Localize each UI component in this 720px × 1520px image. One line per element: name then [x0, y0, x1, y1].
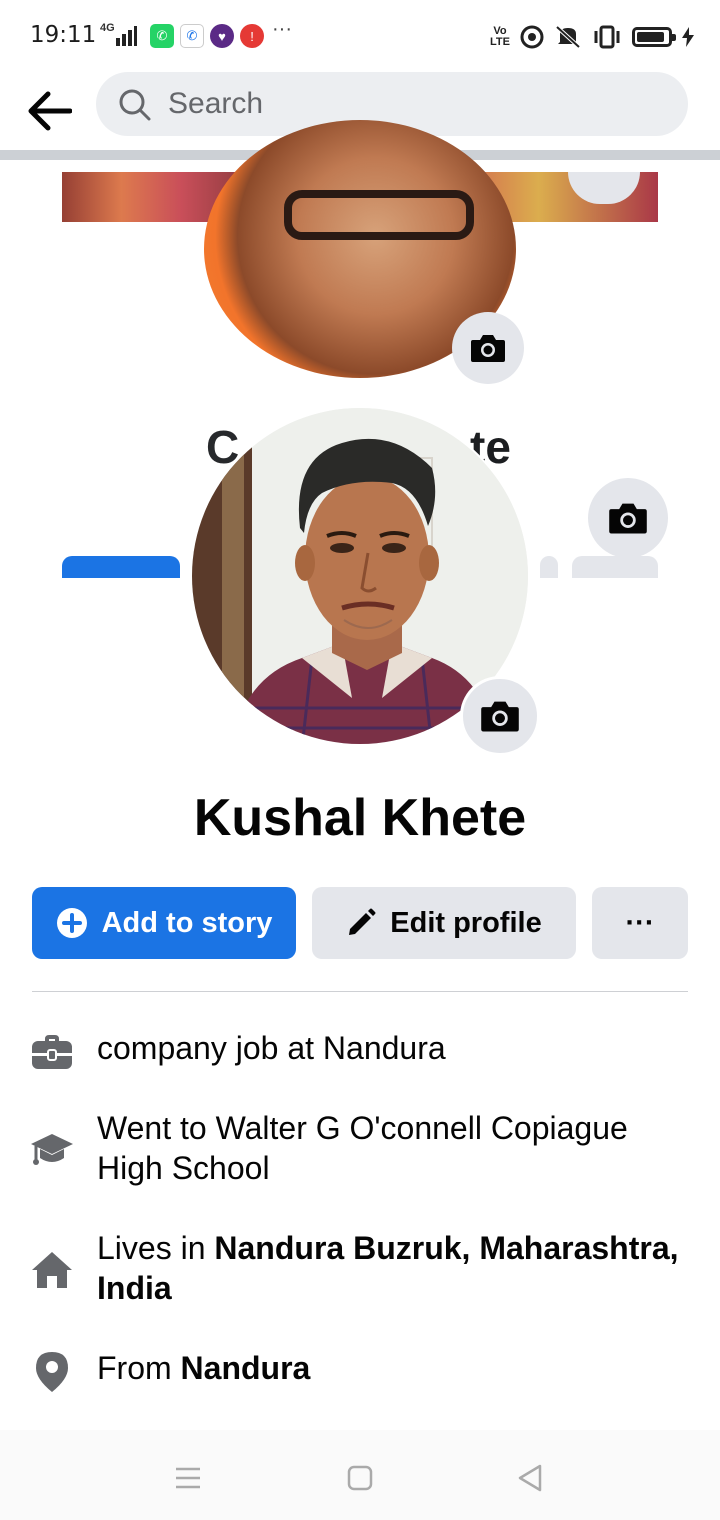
back-arrow-icon [28, 91, 72, 131]
graduation-cap-icon [30, 1128, 74, 1172]
cover-camera-button[interactable] [588, 478, 668, 558]
status-right-group: Vo LTE [490, 22, 694, 52]
status-time: 19:11 [30, 22, 97, 48]
battery-icon [632, 27, 676, 47]
more-notifications-icon: ··· [272, 18, 292, 40]
background-button-more [572, 556, 658, 578]
edit-profile-button[interactable]: Edit profile [312, 887, 576, 959]
recent-apps-button[interactable] [172, 1462, 204, 1494]
profile-name: Kushal Khete [193, 789, 527, 847]
camera-icon [471, 335, 505, 362]
signal-icon [116, 26, 137, 46]
network-type: 4G [100, 22, 115, 34]
search-icon [119, 89, 151, 121]
more-options-button[interactable]: ··· [592, 887, 688, 959]
pencil-icon [346, 908, 376, 938]
background-button-gray [540, 556, 558, 578]
system-back-button[interactable] [514, 1462, 546, 1494]
intro-lives-text: Lives in Nandura Buzruk, Maharashtra, In… [97, 1230, 679, 1306]
app-notification-icon: ♥ [210, 24, 234, 48]
system-nav-bar [0, 1430, 720, 1520]
mute-icon [555, 25, 581, 49]
phone-icon: ✆ [180, 24, 204, 48]
plus-circle-icon [56, 907, 88, 939]
intro-from-text: From Nandura [97, 1350, 311, 1386]
location-pin-icon [30, 1350, 74, 1394]
briefcase-icon [30, 1030, 74, 1074]
search-input[interactable] [168, 80, 668, 128]
app-alert-icon: ! [240, 24, 264, 48]
profile-camera-button[interactable] [460, 676, 540, 756]
more-dots-icon: ··· [625, 906, 655, 939]
edit-profile-label: Edit profile [390, 906, 542, 939]
charging-icon [682, 27, 694, 47]
menu-lines-icon [176, 1467, 200, 1489]
camera-icon [609, 503, 647, 534]
data-saver-icon [520, 25, 544, 49]
intro-work-text: company job at Nandura [97, 1030, 446, 1066]
intro-education-text: Went to Walter G O'connell Copiague High… [97, 1110, 628, 1186]
add-to-story-button[interactable]: Add to story [32, 887, 296, 959]
background-camera-button [452, 312, 524, 384]
background-button-blue [62, 556, 180, 578]
camera-icon [481, 701, 519, 732]
whatsapp-icon: ✆ [150, 24, 174, 48]
intro-from-place[interactable]: Nandura [181, 1350, 311, 1386]
add-to-story-label: Add to story [101, 906, 273, 939]
square-icon [347, 1465, 373, 1491]
vibrate-icon [594, 25, 620, 49]
home-icon [30, 1248, 74, 1292]
triangle-back-icon [518, 1464, 542, 1492]
home-button[interactable] [344, 1462, 376, 1494]
back-button[interactable] [22, 84, 76, 138]
volte-icon: Vo LTE [490, 25, 510, 48]
status-bar: 19:11 4G ✆ ✆ ♥ ! ··· Vo LTE [0, 0, 720, 72]
section-divider [32, 991, 688, 992]
